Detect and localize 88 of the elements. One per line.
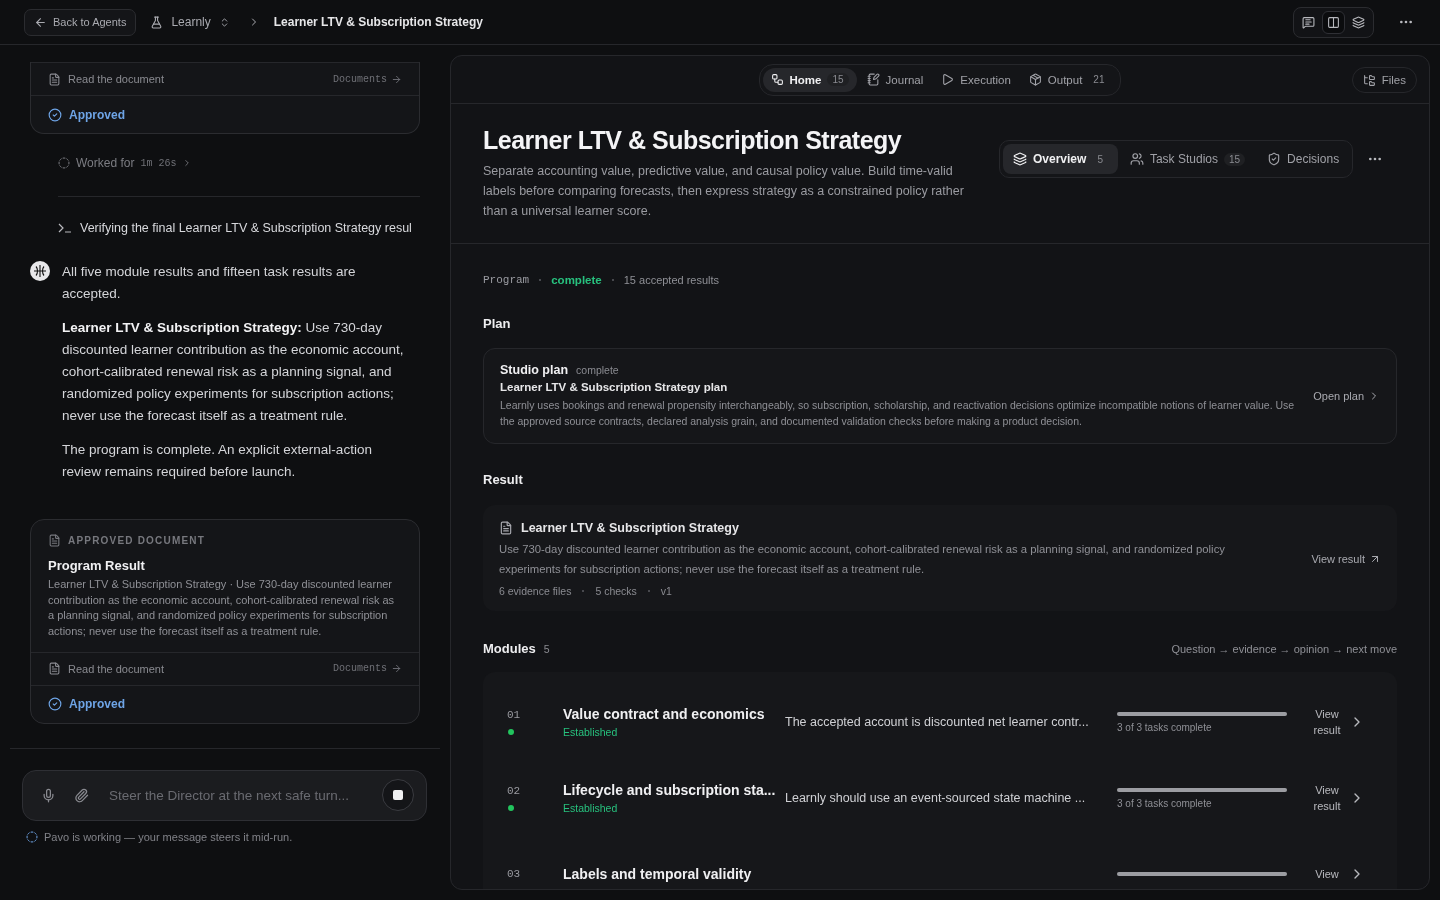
- document-summary: Learner LTV & Subscription Strategy · Use 730-day discounted learner contribution as the economic account, cohort-calibrated renewal risk as a planning signal, and randomized policy experiments for subscription actions; never use the forecast itself as a treatment rule.: [48, 577, 396, 640]
- document-icon: [48, 534, 61, 547]
- arrow-right-icon: [391, 73, 402, 85]
- result-meta: 6 evidence files: [499, 585, 572, 597]
- spinner-icon: [58, 157, 70, 169]
- plan-name: Studio plan: [500, 363, 569, 377]
- view-result-link[interactable]: View result: [1311, 553, 1381, 565]
- check-circle-icon: [48, 697, 62, 712]
- flask-icon: [150, 15, 164, 29]
- panel-tab[interactable]: Home 15: [762, 67, 857, 92]
- result-description: Use 730-day discounted learner contribution as the economic account, cohort-calibrated renewal risk as a planning signal, and randomized policy experiments for subscription actions; never use the forecast itself as a treatment rule.: [499, 542, 1226, 577]
- terminal-icon: [58, 223, 72, 233]
- command-line: Verifying the final Learner LTV & Subscription Strategy resul: [80, 221, 412, 235]
- result-title: Learner LTV & Subscription Strategy: [499, 521, 1282, 535]
- documents-link[interactable]: Documents: [333, 663, 402, 675]
- flow-caption: Question → evidence → opinion → next move: [1171, 643, 1397, 655]
- view-result-button[interactable]: View: [1305, 866, 1349, 882]
- worked-for-label: Worked for: [76, 156, 135, 170]
- chat-icon: [1302, 15, 1315, 29]
- module-number: 02: [507, 785, 522, 797]
- panel-tab[interactable]: Journal: [858, 67, 932, 92]
- result-meta: v1: [660, 585, 672, 597]
- read-document-label: Read the document: [68, 662, 164, 675]
- panel-tab[interactable]: Execution: [933, 67, 1019, 92]
- agent-avatar-icon: [30, 261, 50, 281]
- program-label: Program: [483, 274, 530, 286]
- documents-link[interactable]: Documents: [333, 73, 402, 85]
- section-heading: Plan: [483, 316, 512, 331]
- workspace-switcher[interactable]: Learnly: [171, 15, 211, 29]
- module-status: Established: [563, 726, 619, 738]
- document-eyebrow: APPROVED DOCUMENT: [68, 535, 206, 546]
- message-input[interactable]: Steer the Director at the next safe turn...: [107, 786, 364, 804]
- section-tab[interactable]: Overview 5: [1003, 144, 1118, 174]
- module-number: 03: [507, 868, 522, 880]
- check-circle-icon: [48, 107, 62, 122]
- split-view-toggle[interactable]: [1322, 10, 1345, 34]
- arrow-up-right-icon: [1369, 553, 1381, 565]
- progress-label: 3 of 3 tasks complete: [1117, 797, 1213, 809]
- approved-status: Approved: [48, 107, 125, 122]
- microphone-icon[interactable]: [41, 787, 56, 803]
- program-summary: 15 accepted results: [623, 274, 720, 286]
- document-title: Program Result: [48, 558, 146, 573]
- plan-status: complete: [576, 364, 619, 376]
- module-summary: Learnly should use an event-sourced state machine ...: [785, 791, 1087, 805]
- document-link-row[interactable]: Read the document Documents: [31, 62, 419, 95]
- approved-status: Approved: [48, 697, 125, 712]
- folder-tree-icon: [1362, 73, 1376, 87]
- breadcrumb-current: Learner LTV & Subscription Strategy: [273, 15, 483, 29]
- plan-description: Learnly uses bookings and renewal propensity interchangeably, so subscription, scholarship, and reactivation decisions optimize incompatible notions of learner value. Use the approved source contracts, declared analysis grain, and documented validation checks before making a product decision.: [500, 398, 1296, 429]
- paperclip-icon[interactable]: [74, 787, 89, 803]
- module-status: Established: [563, 802, 619, 814]
- elapsed-time: 1m 26s: [140, 157, 177, 169]
- plan-title: Learner LTV & Subscription Strategy plan: [500, 381, 729, 393]
- document-icon: [499, 521, 513, 535]
- page-description: Separate accounting value, predictive value, and causal policy value. Build time-valid labels before comparing forecasts, then express strategy as a constrained policy rather than a universal learner score.: [483, 163, 965, 220]
- read-document-label: Read the document: [68, 73, 164, 85]
- module-number: 01: [507, 709, 522, 721]
- arrow-right-icon: [391, 663, 402, 675]
- program-status: complete: [551, 274, 602, 286]
- section-heading: Result: [483, 472, 524, 487]
- document-link-row[interactable]: Read the document Documents: [31, 651, 419, 685]
- module-summary: The accepted account is discounted net learner contr...: [785, 715, 1090, 729]
- section-tab[interactable]: Task Studios 15: [1119, 144, 1256, 174]
- view-result-button[interactable]: View result: [1305, 782, 1349, 814]
- section-tab[interactable]: Decisions: [1257, 144, 1350, 174]
- document-icon: [48, 72, 61, 86]
- module-title: Lifecycle and subscription sta...: [563, 782, 777, 798]
- result-meta: 5 checks: [595, 585, 637, 597]
- open-plan-link[interactable]: Open plan: [1313, 390, 1380, 402]
- panel-tab[interactable]: Output 21: [1020, 67, 1118, 92]
- view-result-button[interactable]: View result: [1305, 706, 1349, 738]
- message-paragraph: Learner LTV & Subscription Strategy: Use 730-day discounted learner contribution as the economic account, cohort-calibrated renewal risk as a planning signal, and randomized policy experiments for subscription actions; never use the forecast itself as a treatment rule.: [62, 319, 405, 425]
- document-icon: [48, 662, 61, 676]
- progress-label: 3 of 3 tasks complete: [1117, 721, 1213, 733]
- layers-icon: [1352, 15, 1365, 29]
- status-note: Pavo is working — your message steers it mid-run.: [44, 830, 293, 843]
- back-button[interactable]: Back to Agents: [24, 8, 137, 36]
- module-count: 5: [543, 643, 550, 655]
- section-heading: Modules: [483, 641, 536, 656]
- page-title: Learner LTV & Subscription Strategy: [483, 126, 903, 155]
- module-title: Value contract and economics: [563, 706, 766, 722]
- arrow-left-icon: [34, 15, 47, 29]
- spinner-icon: [26, 830, 38, 843]
- stop-button[interactable]: [382, 779, 414, 812]
- split-icon: [1327, 15, 1340, 29]
- message-paragraph: The program is complete. An explicit external-action review remains required before launch.: [62, 441, 373, 481]
- module-title: Labels and temporal validity: [563, 866, 753, 882]
- message-paragraph: All five module results and fifteen task results are accepted.: [62, 263, 357, 303]
